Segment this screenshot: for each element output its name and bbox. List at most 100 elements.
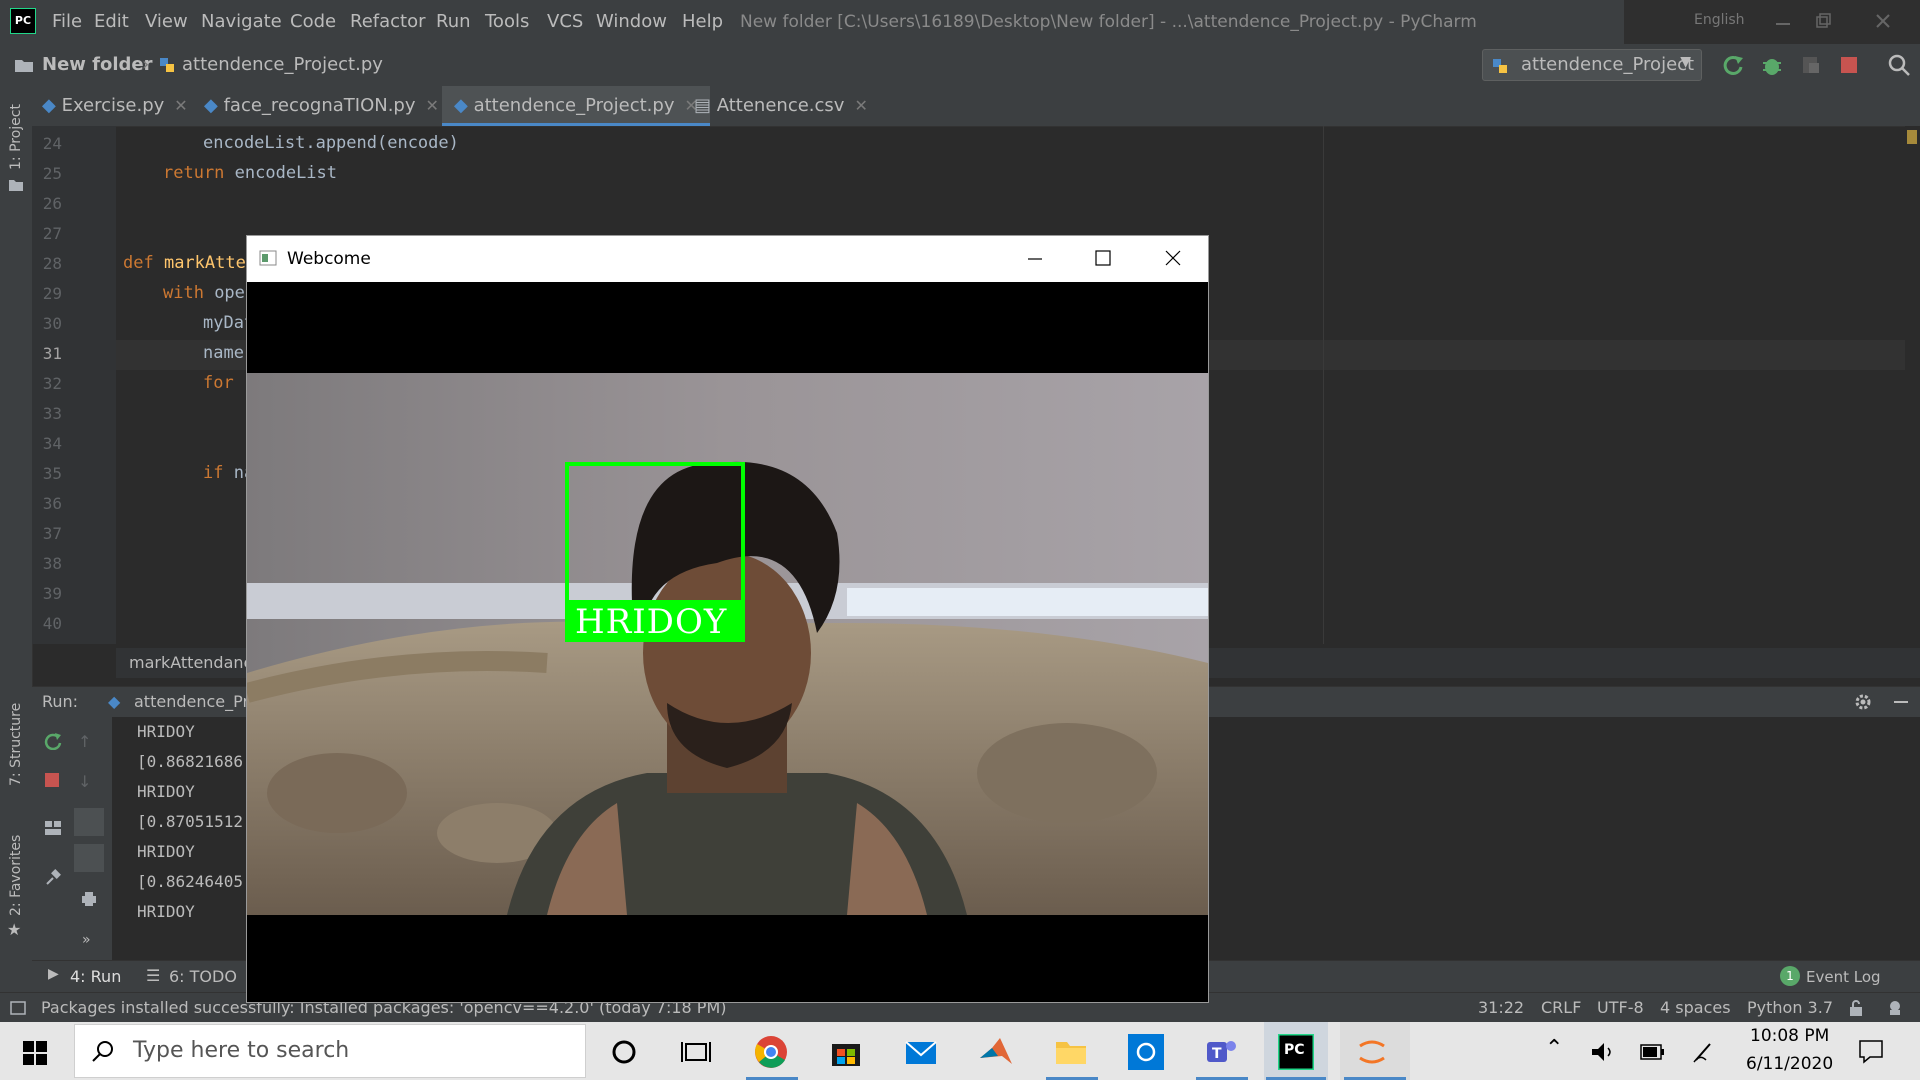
line-separator[interactable]: CRLF [1541,998,1581,1017]
menu-file[interactable]: File [52,11,82,32]
code-line-32[interactable]: for [203,373,234,393]
clock-time[interactable]: 10:08 PM [1750,1026,1829,1046]
run-tool-button[interactable]: 4: Run [70,967,121,986]
close-icon[interactable] [1874,12,1892,30]
arrow-down-icon[interactable]: ↓ [78,772,91,791]
lock-icon[interactable] [1848,999,1864,1017]
print-icon[interactable] [80,890,98,908]
warning-marker[interactable] [1907,130,1917,144]
project-tool-button[interactable]: 1: Project [8,104,24,170]
favorites-tool-button[interactable]: 2: Favorites [8,835,24,916]
menu-run[interactable]: Run [436,11,471,32]
python-file-icon [160,58,174,72]
nav-file[interactable]: attendence_Project.py [182,54,383,75]
run-tab[interactable]: attendence_Pr [134,692,249,711]
code-line-28[interactable]: def markAtten [123,253,256,273]
task-view-icon[interactable] [678,1034,714,1070]
line-number: 38 [42,554,62,573]
battery-icon[interactable] [1640,1042,1666,1062]
menu-window[interactable]: Window [596,11,667,32]
menu-view[interactable]: View [145,11,188,32]
stop-icon[interactable] [44,772,60,788]
python-interpreter[interactable]: Python 3.7 [1747,998,1833,1017]
panel-toggle-icon[interactable] [10,1001,26,1015]
run-configuration-select[interactable]: attendence_Project ▼ [1482,49,1702,81]
maximize-icon[interactable] [1095,250,1111,266]
menu-vcs[interactable]: VCS [547,11,583,32]
menu-navigate[interactable]: Navigate [201,11,282,32]
minimize-icon[interactable] [1774,14,1792,28]
store-icon[interactable] [828,1034,864,1070]
webcam-window[interactable]: Webcome HRIDOY [246,235,1209,1003]
tab-face-recognition[interactable]: ◆ face_recognaTION.py ✕ [204,86,439,126]
star-icon[interactable]: ★ [7,920,21,939]
notification-icon[interactable] [1858,1038,1884,1064]
caret-position[interactable]: 31:22 [1478,998,1524,1017]
close-icon[interactable] [1165,250,1181,266]
todo-tool-button[interactable]: 6: TODO [169,967,237,986]
cortana-icon[interactable] [606,1034,642,1070]
breadcrumb-function[interactable]: markAttendanc [129,653,252,672]
more-icon[interactable]: » [82,932,91,948]
close-tab-icon[interactable]: ✕ [426,96,439,115]
arrow-up-icon[interactable]: ↑ [78,732,91,751]
run-output-line: HRIDOY [137,842,195,861]
mail-icon[interactable] [903,1034,939,1070]
minimize-icon[interactable] [1027,252,1043,266]
code-line-31[interactable]: name [203,343,244,363]
rerun-icon[interactable] [44,732,62,750]
soft-wrap-icon[interactable] [74,808,104,836]
inspector-icon[interactable] [1886,999,1904,1017]
pin-icon[interactable] [44,868,62,886]
pen-icon[interactable] [1692,1040,1716,1064]
volume-icon[interactable] [1590,1040,1616,1064]
layout-icon[interactable] [44,820,62,836]
list-icon: ☰ [146,966,161,985]
menu-refactor[interactable]: Refactor [350,11,426,32]
language-indicator[interactable]: English [1694,12,1745,28]
editor-scrollbar[interactable] [1905,126,1920,644]
code-line-24[interactable]: encodeList.append(encode) [203,133,459,153]
tab-attenence-csv[interactable]: ▤ Attenence.csv ✕ [694,86,868,126]
stop-icon[interactable] [1840,56,1858,74]
menu-code[interactable]: Code [290,11,336,32]
cortana-app-icon[interactable] [1128,1034,1164,1070]
hide-panel-icon[interactable] [1892,693,1910,711]
indent-setting[interactable]: 4 spaces [1660,998,1731,1017]
close-tab-icon[interactable]: ✕ [854,96,867,115]
clock-date[interactable]: 6/11/2020 [1746,1054,1833,1074]
chevron-up-icon[interactable]: ⌃ [1545,1036,1563,1061]
menu-help[interactable]: Help [682,11,723,32]
menu-tools[interactable]: Tools [485,11,529,32]
scroll-to-end-icon[interactable] [74,844,104,872]
structure-tool-button[interactable]: 7: Structure [8,703,24,786]
rerun-icon[interactable] [1722,54,1744,76]
restore-icon[interactable] [1814,12,1832,30]
gear-icon[interactable] [1854,693,1872,711]
teams-icon[interactable]: T [1203,1034,1239,1070]
file-encoding[interactable]: UTF-8 [1597,998,1644,1017]
matlab-icon[interactable] [978,1034,1014,1070]
menu-edit[interactable]: Edit [94,11,129,32]
tab-exercise[interactable]: ◆ Exercise.py ✕ [42,86,188,126]
debug-icon[interactable] [1761,54,1783,76]
webcam-titlebar[interactable]: Webcome [247,236,1208,282]
taskbar-search[interactable]: Type here to search [74,1024,586,1078]
close-tab-icon[interactable]: ✕ [174,96,187,115]
jupyter-icon[interactable] [1354,1034,1390,1070]
project-folder-icon[interactable] [8,178,24,192]
pycharm-icon[interactable]: PC [1278,1034,1314,1070]
event-log-button[interactable]: Event Log [1806,968,1881,986]
tab-attendence-project[interactable]: ◆ attendence_Project.py ✕ [442,86,710,126]
chrome-icon[interactable] [753,1034,789,1070]
run-toolbar: ↑ ↓ » [32,716,112,966]
nav-folder[interactable]: New folder [42,54,153,75]
search-icon[interactable] [1888,54,1910,76]
coverage-icon[interactable] [1800,54,1822,76]
run-output-line: [0.86821686 [137,752,243,771]
windows-start-icon[interactable] [22,1040,48,1066]
file-explorer-icon[interactable] [1053,1034,1089,1070]
code-line-29[interactable]: with ope [163,283,245,303]
face-label: HRIDOY [575,602,728,642]
code-line-25[interactable]: return encodeList [163,163,337,183]
